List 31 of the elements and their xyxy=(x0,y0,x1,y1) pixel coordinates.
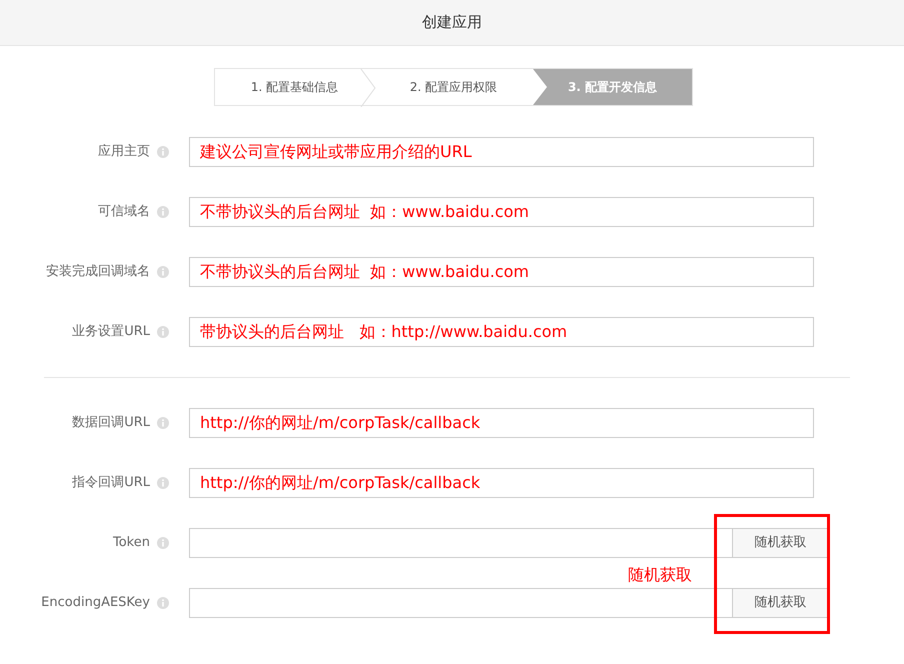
input-field[interactable]: http://你的网址/m/corpTask/callback xyxy=(189,468,814,498)
info-icon[interactable] xyxy=(157,417,169,429)
step-tab[interactable]: 1. 配置基础信息 xyxy=(215,69,374,105)
input-field[interactable]: 不带协议头的后台网址 如：www.baidu.com xyxy=(189,197,814,227)
window-title: 创建应用 xyxy=(422,12,482,34)
info-icon[interactable] xyxy=(157,537,169,549)
field-label: EncodingAESKey xyxy=(40,594,150,612)
step-tab[interactable]: 3. 配置开发信息 xyxy=(533,69,692,105)
info-icon[interactable] xyxy=(157,146,169,158)
field-label: 指令回调URL xyxy=(71,474,150,492)
field-label: Token xyxy=(112,534,150,552)
info-icon[interactable] xyxy=(157,477,169,489)
input-field[interactable] xyxy=(189,528,733,558)
step-tab[interactable]: 2. 配置应用权限 xyxy=(374,69,533,105)
annotation-note: 随机获取 xyxy=(628,564,692,586)
input-field[interactable] xyxy=(189,588,733,618)
field-label: 数据回调URL xyxy=(71,414,150,432)
info-icon[interactable] xyxy=(157,206,169,218)
random-button[interactable]: 随机获取 xyxy=(733,588,829,618)
input-field[interactable]: 带协议头的后台网址 如：http://www.baidu.com xyxy=(189,317,814,347)
input-field[interactable]: 建议公司宣传网址或带应用介绍的URL xyxy=(189,137,814,167)
info-icon[interactable] xyxy=(157,597,169,609)
field-label: 安装完成回调域名 xyxy=(45,263,150,282)
input-field[interactable]: 不带协议头的后台网址 如：www.baidu.com xyxy=(189,257,814,287)
field-label: 业务设置URL xyxy=(71,323,150,342)
input-field[interactable]: http://你的网址/m/corpTask/callback xyxy=(189,408,814,438)
field-label: 可信域名 xyxy=(97,203,150,222)
random-button[interactable]: 随机获取 xyxy=(733,528,829,558)
field-label: 应用主页 xyxy=(97,143,150,162)
info-icon[interactable] xyxy=(157,326,169,338)
info-icon[interactable] xyxy=(157,266,169,278)
